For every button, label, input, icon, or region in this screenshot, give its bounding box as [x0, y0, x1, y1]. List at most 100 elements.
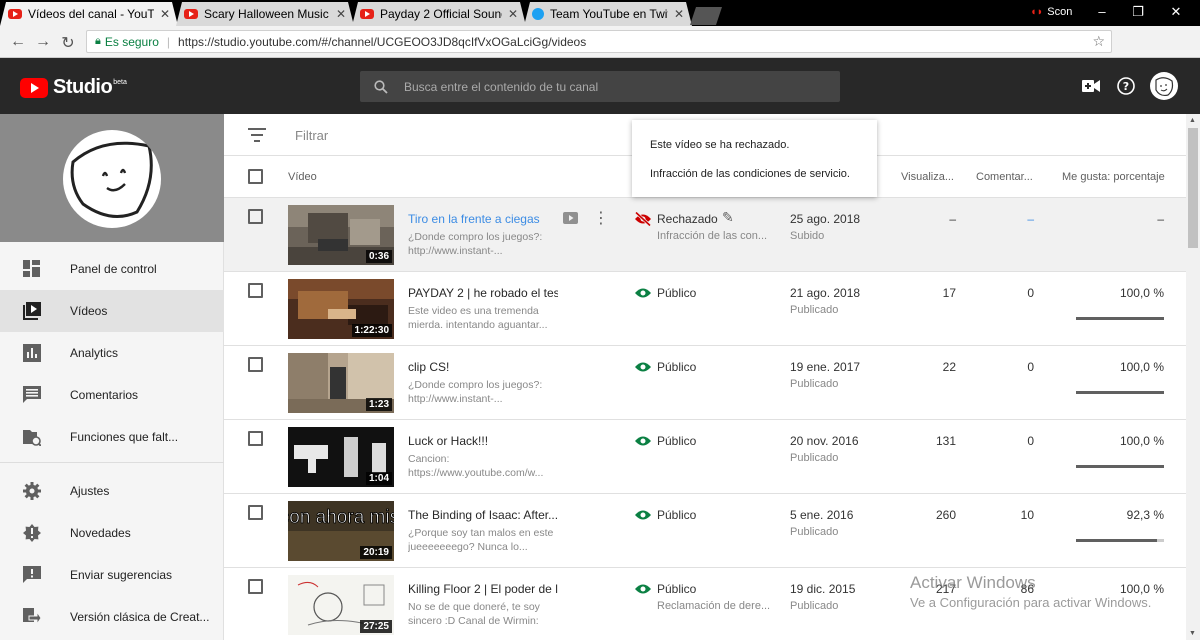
search-placeholder: Busca entre el contenido de tu canal — [404, 79, 599, 94]
column-header-comments[interactable]: Comentar... — [976, 171, 1033, 183]
rejected-icon[interactable] — [634, 212, 652, 226]
comments-count[interactable]: 0 — [1027, 360, 1034, 374]
scrollbar-thumb[interactable] — [1188, 128, 1198, 248]
scroll-down-arrow-icon[interactable]: ▼ — [1189, 630, 1196, 637]
close-icon[interactable]: ✕ — [674, 7, 684, 21]
upload-status: Subido — [790, 230, 825, 242]
row-checkbox[interactable] — [248, 209, 263, 224]
account-avatar[interactable] — [1150, 72, 1178, 100]
forward-button[interactable]: → — [33, 33, 53, 51]
public-eye-icon[interactable] — [634, 434, 652, 448]
sidebar-item-videos[interactable]: Vídeos — [0, 290, 224, 332]
filter-icon[interactable] — [248, 128, 266, 142]
more-options-icon[interactable]: ⋮ — [593, 208, 609, 228]
video-title[interactable]: PAYDAY 2 | he robado el tes... — [408, 286, 558, 300]
video-title[interactable]: Killing Floor 2 | El poder de l... — [408, 582, 558, 596]
column-header-views[interactable]: Visualiza... — [901, 171, 954, 183]
sidebar-item-dashboard[interactable]: Panel de control — [0, 248, 224, 290]
comments-count[interactable]: 0 — [1027, 286, 1034, 300]
minimize-button[interactable]: – — [1092, 4, 1112, 19]
sidebar-item-comments[interactable]: Comentarios — [0, 374, 224, 416]
public-eye-icon[interactable] — [634, 286, 652, 300]
video-description: Cancion: https://www.youtube.com/w... — [408, 453, 544, 479]
scroll-up-arrow-icon[interactable]: ▲ — [1189, 117, 1196, 124]
visibility-detail: Reclamación de dere... — [657, 600, 771, 612]
new-tab-button[interactable] — [690, 7, 722, 25]
upload-status: Publicado — [790, 304, 839, 316]
youtube-details-icon[interactable] — [563, 212, 578, 224]
column-header-likes[interactable]: Me gusta: porcentaje — [1062, 171, 1165, 183]
close-window-button[interactable]: ✕ — [1166, 4, 1186, 20]
video-title[interactable]: The Binding of Isaac: After... — [408, 508, 558, 522]
row-checkbox[interactable] — [248, 579, 263, 594]
video-title[interactable]: Tiro en la frente a ciegas — [408, 212, 558, 226]
filter-input[interactable]: Filtrar — [295, 128, 328, 143]
channel-avatar[interactable] — [63, 130, 161, 228]
help-icon[interactable]: ? — [1117, 77, 1135, 95]
column-header-video[interactable]: Vídeo — [288, 171, 317, 183]
tab-payday-2[interactable]: Payday 2 Official Soundt ✕ — [352, 2, 526, 26]
video-thumbnail[interactable]: 0:36 — [288, 205, 394, 265]
rejection-tooltip: Este vídeo se ha rechazado. Infracción d… — [632, 120, 877, 197]
table-row[interactable]: 1:22:30 PAYDAY 2 | he robado el tes... E… — [224, 272, 1186, 346]
row-checkbox[interactable] — [248, 357, 263, 372]
comments-count[interactable]: 10 — [1021, 508, 1034, 522]
create-video-icon[interactable] — [1082, 79, 1100, 93]
likes-percentage: 100,0 % — [1119, 360, 1164, 374]
video-duration: 27:25 — [360, 620, 392, 633]
video-thumbnail[interactable]: 27:25 — [288, 575, 394, 635]
tab-scary-halloween[interactable]: Scary Halloween Music C ✕ — [176, 2, 354, 26]
sidebar-item-whats-new[interactable]: Novedades — [0, 512, 224, 554]
public-eye-icon[interactable] — [634, 508, 652, 522]
watermark-subtitle: Ve a Configuración para activar Windows. — [910, 595, 1152, 610]
video-duration: 1:23 — [365, 398, 392, 411]
sidebar-divider — [0, 462, 224, 463]
sidebar-item-classic-studio[interactable]: Versión clásica de Creat... — [0, 596, 224, 638]
comments-count[interactable]: 0 — [1027, 434, 1034, 448]
tab-title: Payday 2 Official Soundt — [380, 7, 502, 21]
face-doodle-icon — [70, 141, 153, 218]
upload-date: 19 dic. 2015 — [790, 582, 856, 596]
comments-count[interactable]: – — [1027, 212, 1034, 226]
sidebar-item-feedback[interactable]: Enviar sugerencias — [0, 554, 224, 596]
video-thumbnail[interactable]: 1:04 — [288, 427, 394, 487]
sidebar-item-missing-features[interactable]: Funciones que falt... — [0, 416, 224, 458]
upload-date: 21 ago. 2018 — [790, 286, 861, 300]
views-count: 260 — [935, 508, 956, 522]
sidebar-item-settings[interactable]: Ajustes — [0, 470, 224, 512]
sidebar-item-label: Comentarios — [70, 388, 139, 402]
page-scrollbar[interactable]: ▲ ▼ — [1186, 114, 1200, 640]
row-checkbox[interactable] — [248, 283, 263, 298]
video-thumbnail[interactable]: 1:22:30 — [288, 279, 394, 339]
select-all-checkbox[interactable] — [248, 169, 263, 184]
video-title[interactable]: Luck or Hack!!! — [408, 434, 558, 448]
url-field[interactable]: 🔒︎ Es seguro | https://studio.youtube.co… — [86, 30, 1112, 53]
video-title[interactable]: clip CS! — [408, 360, 558, 374]
bookmark-star-icon[interactable]: ☆ — [1092, 33, 1105, 50]
studio-logo[interactable]: Studio beta — [20, 76, 127, 99]
back-button[interactable]: ← — [8, 33, 28, 51]
browser-user[interactable]: ◖◗ Scon — [1030, 6, 1072, 18]
maximize-button[interactable]: ❐ — [1128, 4, 1148, 20]
table-row[interactable]: 1:04 Luck or Hack!!! Cancion: https://ww… — [224, 420, 1186, 494]
edit-pencil-icon[interactable]: ✎ — [722, 209, 734, 226]
video-thumbnail[interactable]: Scon ahora mism 20:19 — [288, 501, 394, 561]
tab-team-youtube-twitter[interactable]: Team YouTube en Twitter ✕ — [524, 2, 692, 26]
tab-videos-del-canal[interactable]: Vídeos del canal - YouTu ✕ — [0, 2, 178, 26]
table-row[interactable]: Scon ahora mism 20:19 The Binding of Isa… — [224, 494, 1186, 568]
close-icon[interactable]: ✕ — [336, 7, 346, 21]
public-eye-icon[interactable] — [634, 582, 652, 596]
close-icon[interactable]: ✕ — [508, 7, 518, 21]
channel-search-input[interactable]: Busca entre el contenido de tu canal — [360, 71, 840, 102]
sidebar-item-analytics[interactable]: Analytics — [0, 332, 224, 374]
video-thumbnail[interactable]: 1:23 — [288, 353, 394, 413]
upload-date: 20 nov. 2016 — [790, 434, 859, 448]
reload-button[interactable]: ↻ — [58, 33, 78, 53]
close-icon[interactable]: ✕ — [160, 7, 170, 21]
table-row[interactable]: 1:23 clip CS! ¿Donde compro los juegos?:… — [224, 346, 1186, 420]
public-eye-icon[interactable] — [634, 360, 652, 374]
table-row[interactable]: 0:36 Tiro en la frente a ciegas ¿Donde c… — [224, 198, 1186, 272]
likes-percentage: – — [1157, 212, 1164, 226]
row-checkbox[interactable] — [248, 431, 263, 446]
row-checkbox[interactable] — [248, 505, 263, 520]
